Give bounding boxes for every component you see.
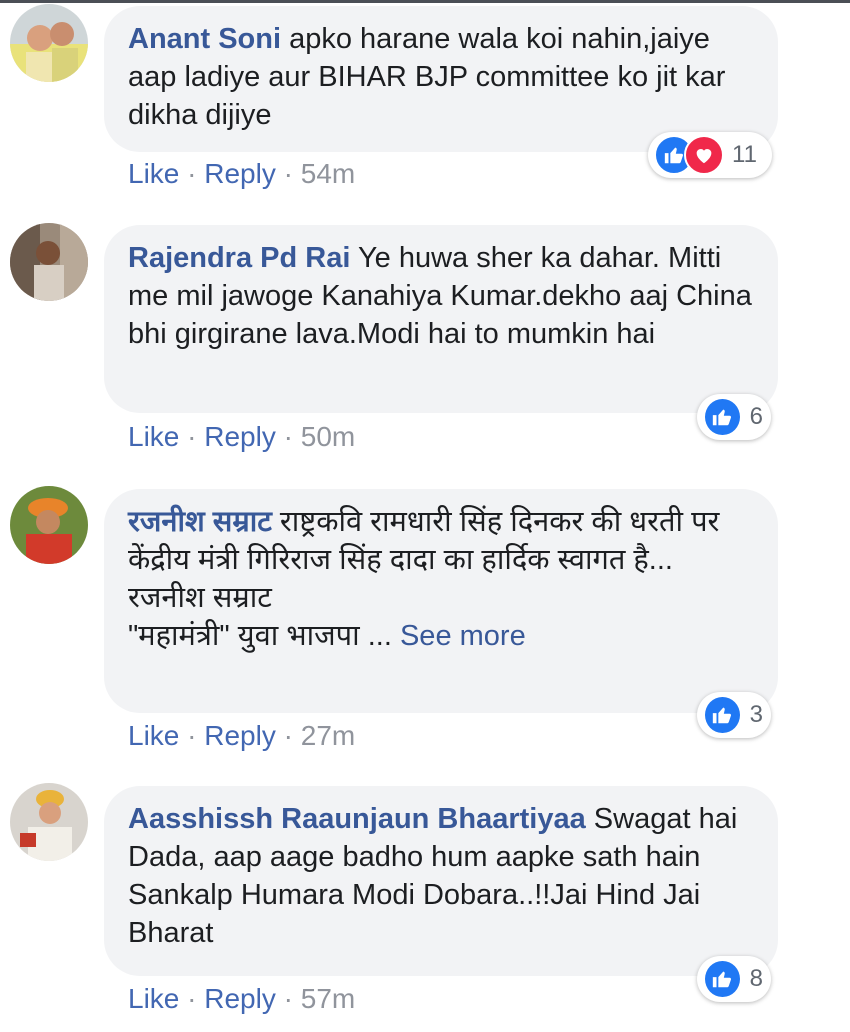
- comment-actions: Like · Reply · 27m: [128, 720, 355, 752]
- avatar[interactable]: [10, 486, 88, 564]
- reaction-count: 3: [749, 701, 763, 728]
- comment-bubble: Anant Soni apko harane wala koi nahin,ja…: [104, 6, 778, 152]
- comment-bubble: रजनीश सम्राट राष्ट्रकवि रामधारी सिंह दिन…: [104, 489, 778, 713]
- comment-author[interactable]: रजनीश सम्राट: [128, 506, 272, 538]
- comment-author[interactable]: Rajendra Pd Rai: [128, 242, 350, 274]
- like-button[interactable]: Like: [128, 720, 179, 751]
- comment-timestamp[interactable]: 50m: [301, 421, 355, 452]
- comment-actions: Like · Reply · 57m: [128, 983, 355, 1015]
- reaction-count: 6: [749, 403, 763, 430]
- separator: ·: [187, 158, 197, 189]
- love-icon: [684, 135, 724, 175]
- reply-button[interactable]: Reply: [204, 983, 276, 1014]
- like-icon: [703, 695, 742, 735]
- separator: ·: [283, 720, 293, 751]
- reactions-summary[interactable]: 11: [648, 132, 772, 178]
- like-icon: [703, 397, 742, 437]
- separator: ·: [283, 983, 293, 1014]
- comment-timestamp[interactable]: 27m: [301, 720, 355, 751]
- comment-actions: Like · Reply · 50m: [128, 421, 355, 453]
- comment-text-line: रजनीश सम्राट: [128, 582, 272, 614]
- comment-text-line: "महामंत्री" युवा भाजपा ...: [128, 620, 392, 652]
- reply-button[interactable]: Reply: [204, 421, 276, 452]
- comment-timestamp[interactable]: 54m: [301, 158, 355, 189]
- like-button[interactable]: Like: [128, 983, 179, 1014]
- avatar[interactable]: [10, 223, 88, 301]
- reactions-summary[interactable]: 6: [697, 394, 771, 440]
- reply-button[interactable]: Reply: [204, 158, 276, 189]
- like-icon: [703, 959, 742, 999]
- reply-button[interactable]: Reply: [204, 720, 276, 751]
- reaction-count: 8: [749, 965, 763, 992]
- comment-author[interactable]: Anant Soni: [128, 23, 281, 55]
- comment-bubble: Rajendra Pd Rai Ye huwa sher ka dahar. M…: [104, 225, 778, 413]
- separator: ·: [187, 720, 197, 751]
- separator: ·: [283, 421, 293, 452]
- comment-author[interactable]: Aasshissh Raaunjaun Bhaartiyaa: [128, 803, 586, 835]
- reactions-summary[interactable]: 8: [697, 956, 771, 1002]
- reaction-count: 11: [732, 141, 757, 168]
- separator: ·: [187, 983, 197, 1014]
- reactions-summary[interactable]: 3: [697, 692, 771, 738]
- top-border: [0, 0, 850, 3]
- comment-timestamp[interactable]: 57m: [301, 983, 355, 1014]
- separator: ·: [187, 421, 197, 452]
- comment-bubble: Aasshissh Raaunjaun Bhaartiyaa Swagat ha…: [104, 786, 778, 976]
- comment-actions: Like · Reply · 54m: [128, 158, 355, 190]
- like-button[interactable]: Like: [128, 421, 179, 452]
- avatar[interactable]: [10, 4, 88, 82]
- see-more-link[interactable]: See more: [400, 620, 526, 652]
- avatar[interactable]: [10, 783, 88, 861]
- like-button[interactable]: Like: [128, 158, 179, 189]
- separator: ·: [283, 158, 293, 189]
